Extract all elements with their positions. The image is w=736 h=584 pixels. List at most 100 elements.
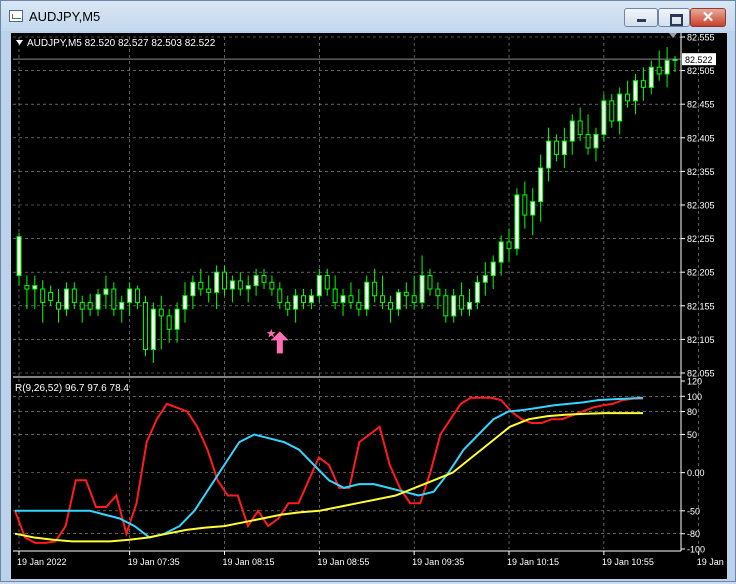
candle-bear xyxy=(411,295,417,303)
candle-bull xyxy=(617,93,623,122)
candle-bear xyxy=(577,120,583,135)
candle-bull xyxy=(150,308,156,350)
candle-bull xyxy=(182,295,188,310)
candle-bull xyxy=(63,288,69,310)
indicator-tick-label: 120 xyxy=(687,377,702,387)
buy-arrow-icon: ★ xyxy=(266,326,289,354)
candle-bull xyxy=(103,288,109,295)
candle-bull xyxy=(95,293,101,310)
maximize-button[interactable] xyxy=(658,8,690,27)
candle-bull xyxy=(190,281,196,297)
time-tick-label: 19 Jan 11:35 xyxy=(697,557,727,567)
candle-bull xyxy=(174,308,180,330)
chart-app-icon xyxy=(9,10,23,22)
time-tick-label: 19 Jan 10:55 xyxy=(602,557,654,567)
candle-bear xyxy=(324,275,330,290)
candle-bull xyxy=(451,295,457,317)
candle-bear xyxy=(158,308,164,317)
time-tick-label: 19 Jan 09:35 xyxy=(412,557,464,567)
candle-bear xyxy=(24,285,30,290)
candle-bull xyxy=(498,241,504,263)
candle-bull xyxy=(514,194,520,250)
candle-bull xyxy=(561,140,567,156)
close-button[interactable]: ✕ xyxy=(690,8,726,27)
candle-bear xyxy=(435,288,441,297)
price-tick-label: 82.505 xyxy=(687,66,715,76)
candle-bear xyxy=(380,295,386,303)
candle-bull xyxy=(127,288,133,303)
indicator-tick-label: 50 xyxy=(687,430,697,440)
time-tick-label: 19 Jan 2022 xyxy=(17,557,67,567)
candle-bull xyxy=(253,275,259,287)
candle-bear xyxy=(48,291,54,301)
candle-bull xyxy=(467,301,473,310)
candle-bear xyxy=(285,301,291,310)
candle-bull xyxy=(364,281,370,310)
candle-bear xyxy=(142,301,148,350)
candle-bear xyxy=(87,301,93,310)
candle-bull xyxy=(214,271,220,293)
candle-bull xyxy=(482,275,488,283)
candle-bull xyxy=(538,167,544,203)
candle-bear xyxy=(348,295,354,303)
price-tick-label: 82.155 xyxy=(687,301,715,311)
candle-bull xyxy=(32,285,38,290)
candle-bear xyxy=(237,280,243,290)
candle-bull xyxy=(546,140,552,169)
candle-bear xyxy=(656,66,662,75)
chart-window: AUDJPY,M5 ✕ ★ 82.555 82.505 82.455 82.405 82… xyxy=(0,0,736,582)
time-tick-label: 19 Jan 08:15 xyxy=(222,557,274,567)
candle-bull xyxy=(229,280,235,290)
candle-bull xyxy=(632,80,638,102)
candle-bull xyxy=(474,281,480,303)
candle-bear xyxy=(277,288,283,303)
candle-bear xyxy=(221,271,227,290)
candle-bear xyxy=(332,288,338,303)
price-tick-label: 82.205 xyxy=(687,268,715,278)
indicator-tick-label: -50 xyxy=(687,506,700,516)
indicator-tick-label: 100 xyxy=(687,392,702,402)
candle-bull xyxy=(340,295,346,303)
chart-area[interactable]: ★ 82.555 82.505 82.455 82.405 82.355 82.305 82… xyxy=(11,33,736,579)
indicator-tick-label: -100 xyxy=(687,545,705,555)
candle-bear xyxy=(79,301,85,310)
minimize-button[interactable] xyxy=(624,8,658,27)
candle-bear xyxy=(56,301,62,310)
indicator-slow-line xyxy=(14,412,643,543)
signal-star-icon: ★ xyxy=(266,326,277,340)
symbol-menu-icon[interactable] xyxy=(16,40,23,45)
title-bar[interactable]: AUDJPY,M5 ✕ xyxy=(1,1,735,31)
candle-bull xyxy=(419,275,425,303)
candle-bear xyxy=(609,100,615,122)
price-tick-label: 82.105 xyxy=(687,335,715,345)
candle-bear xyxy=(403,291,409,297)
candle-bear xyxy=(387,301,393,310)
price-tick-label: 82.455 xyxy=(687,100,715,110)
candle-bull xyxy=(601,100,607,135)
candle-bear xyxy=(198,281,204,290)
minimize-icon xyxy=(637,19,646,22)
candle-bull xyxy=(308,295,314,303)
indicator-tick-label: 80 xyxy=(687,407,697,417)
candle-bull xyxy=(569,120,575,142)
candle-bull xyxy=(593,133,599,149)
candle-bear xyxy=(261,275,267,283)
chart-svg[interactable]: ★ 82.555 82.505 82.455 82.405 82.355 82.305 82… xyxy=(11,33,736,579)
candle-bear xyxy=(506,241,512,250)
price-tick-label: 82.355 xyxy=(687,167,715,177)
current-price-label: 82.522 xyxy=(685,55,713,65)
window-title: AUDJPY,M5 xyxy=(29,9,101,24)
candle-bull xyxy=(293,295,299,310)
candle-bear xyxy=(269,281,275,290)
candle-bear xyxy=(585,133,591,149)
candle-bear xyxy=(111,288,117,310)
candle-bull xyxy=(245,285,251,290)
price-tick-label: 82.255 xyxy=(687,234,715,244)
candle-bull xyxy=(316,275,322,297)
candle-bear xyxy=(443,295,449,317)
candle-bull xyxy=(530,201,536,216)
price-tick-label: 82.555 xyxy=(687,33,715,43)
time-tick-label: 19 Jan 07:35 xyxy=(128,557,180,567)
price-header: AUDJPY,M5 82.520 82.527 82.503 82.522 xyxy=(27,38,216,49)
indicator-middle-line xyxy=(15,396,644,539)
